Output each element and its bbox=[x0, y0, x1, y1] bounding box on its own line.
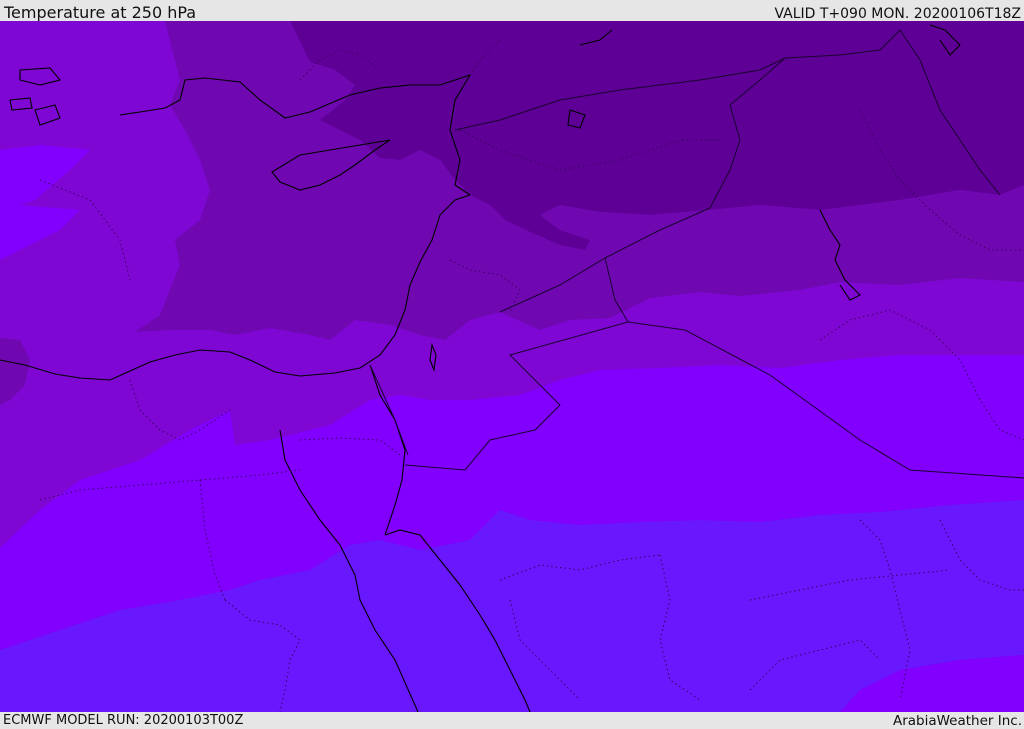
temperature-map bbox=[0, 21, 1024, 712]
map-title: Temperature at 250 hPa bbox=[4, 3, 197, 22]
valid-time: VALID T+090 MON. 20200106T18Z bbox=[774, 6, 1021, 22]
header-bar: Temperature at 250 hPa VALID T+090 MON. … bbox=[0, 0, 1024, 22]
credit-label: ArabiaWeather Inc. bbox=[892, 713, 1022, 729]
footer-bar: ECMWF MODEL RUN: 20200103T00Z ArabiaWeat… bbox=[0, 712, 1024, 729]
model-run-label: ECMWF MODEL RUN: 20200103T00Z bbox=[3, 713, 244, 728]
